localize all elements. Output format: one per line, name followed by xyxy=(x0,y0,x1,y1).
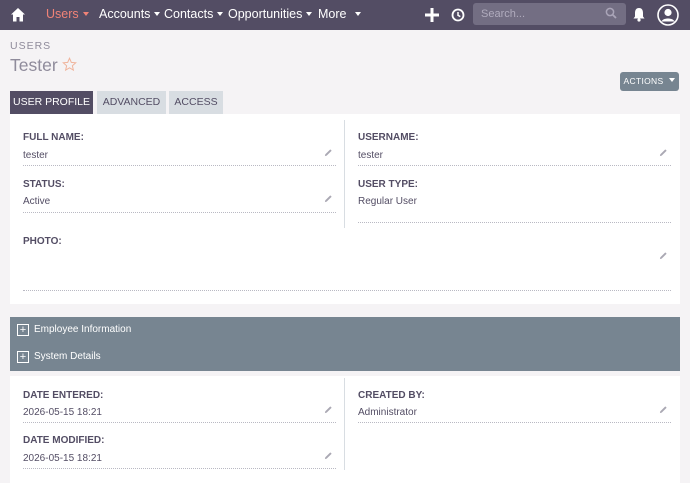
nav-more-label: More xyxy=(318,7,347,21)
user-type-value: Regular User xyxy=(358,196,417,207)
employee-information-group[interactable]: + Employee Information xyxy=(10,317,680,344)
tab-access[interactable]: ACCESS xyxy=(169,91,223,114)
actions-label: ACTIONS xyxy=(623,76,664,86)
field-divider xyxy=(358,165,671,166)
edit-pencil-icon[interactable] xyxy=(659,405,668,414)
username-label: USERNAME: xyxy=(358,132,419,143)
date-entered-label: DATE ENTERED: xyxy=(23,390,104,401)
nav-opportunities[interactable]: Opportunities xyxy=(228,7,313,21)
bell-icon[interactable] xyxy=(632,7,646,22)
date-entered-value: 2026-05-15 18:21 xyxy=(23,407,102,418)
status-value: Active xyxy=(23,196,51,207)
date-modified-value: 2026-05-15 18:21 xyxy=(23,453,102,464)
date-modified-label: DATE MODIFIED: xyxy=(23,435,105,446)
chevron-down-icon xyxy=(82,12,89,16)
full-name-label: FULL NAME: xyxy=(23,132,84,143)
nav-more[interactable]: More xyxy=(318,7,362,21)
edit-pencil-icon[interactable] xyxy=(324,148,333,157)
search-icon[interactable] xyxy=(605,7,617,19)
actions-button[interactable]: ACTIONS xyxy=(620,72,679,91)
user-avatar-icon[interactable] xyxy=(657,4,679,26)
created-by-value: Administrator xyxy=(358,407,417,418)
field-divider xyxy=(23,165,336,166)
photo-label: PHOTO: xyxy=(23,236,62,247)
system-details-panel: DATE ENTERED: 2026-05-15 18:21 CREATED B… xyxy=(10,376,680,483)
chevron-down-icon xyxy=(355,12,362,16)
edit-pencil-icon[interactable] xyxy=(324,194,333,203)
column-divider xyxy=(344,378,345,470)
field-divider xyxy=(358,222,671,223)
field-divider xyxy=(358,422,671,423)
home-icon[interactable] xyxy=(10,7,26,23)
system-details-label: System Details xyxy=(34,351,101,362)
nav-opportunities-label: Opportunities xyxy=(228,7,303,21)
chevron-down-icon xyxy=(669,78,676,82)
created-by-label: CREATED BY: xyxy=(358,390,425,401)
tab-user-profile[interactable]: USER PROFILE xyxy=(10,91,93,114)
user-profile-panel: FULL NAME: tester USERNAME: tester STATU… xyxy=(10,114,680,304)
username-value: tester xyxy=(358,150,384,161)
nav-accounts-label: Accounts xyxy=(99,7,151,21)
search-input[interactable] xyxy=(481,6,601,22)
status-label: STATUS: xyxy=(23,179,65,190)
favorite-star-icon[interactable] xyxy=(62,57,77,72)
chevron-down-icon xyxy=(217,12,224,16)
user-type-label: USER TYPE: xyxy=(358,179,419,190)
edit-pencil-icon[interactable] xyxy=(659,251,668,260)
system-details-group[interactable]: + System Details xyxy=(10,344,680,371)
edit-pencil-icon[interactable] xyxy=(324,405,333,414)
full-name-value: tester xyxy=(23,150,49,161)
expand-plus-icon[interactable]: + xyxy=(17,324,29,336)
field-divider xyxy=(23,290,671,291)
nav-accounts[interactable]: Accounts xyxy=(99,7,161,21)
chevron-down-icon xyxy=(154,12,161,16)
nav-contacts-label: Contacts xyxy=(164,7,214,21)
field-divider xyxy=(23,422,336,423)
nav-users-label: Users xyxy=(46,7,79,21)
edit-pencil-icon[interactable] xyxy=(659,148,668,157)
top-navbar: Users Accounts Contacts Opportunities Mo… xyxy=(0,0,690,30)
field-divider xyxy=(23,212,336,213)
tab-advanced[interactable]: ADVANCED xyxy=(97,91,166,114)
record-title: Tester xyxy=(10,55,58,75)
chevron-down-icon xyxy=(306,12,313,16)
nav-users[interactable]: Users xyxy=(46,7,89,21)
module-label: USERS xyxy=(10,40,52,52)
edit-pencil-icon[interactable] xyxy=(324,451,333,460)
expand-plus-icon[interactable]: + xyxy=(17,351,29,363)
column-divider xyxy=(344,120,345,228)
field-divider xyxy=(23,468,336,469)
plus-icon[interactable] xyxy=(425,8,439,22)
search-box xyxy=(473,3,626,25)
history-icon[interactable] xyxy=(451,8,465,22)
employee-information-label: Employee Information xyxy=(34,324,132,335)
nav-contacts[interactable]: Contacts xyxy=(164,7,224,21)
